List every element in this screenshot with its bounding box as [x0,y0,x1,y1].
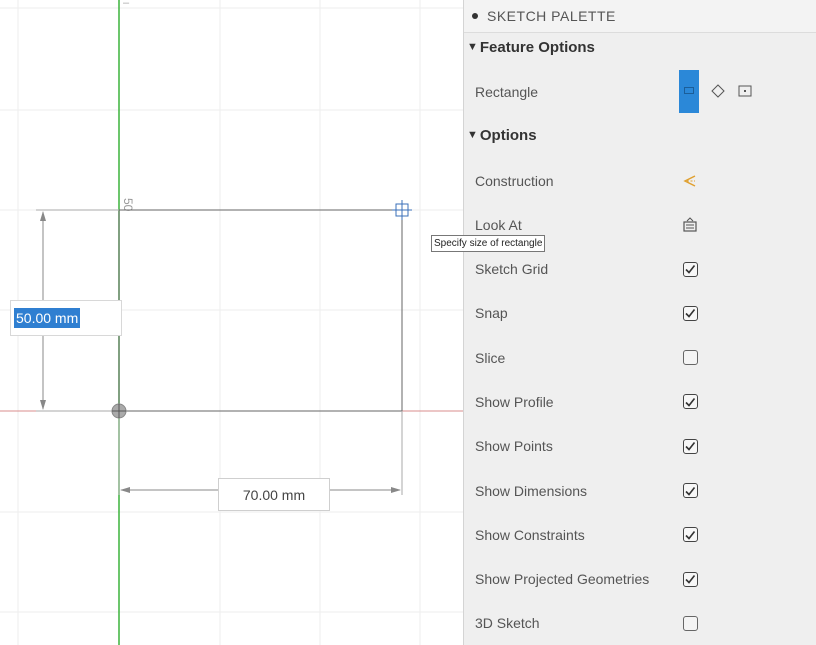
width-dimension-input[interactable]: 70.00 mm [218,478,330,511]
sketch-grid-checkbox[interactable] [682,261,698,277]
show-constraints-checkbox[interactable] [682,527,698,543]
option-row-snap: Snap [464,291,816,335]
option-checkbox-wrap [681,349,699,367]
option-checkbox-wrap [681,526,699,544]
slice-checkbox[interactable] [682,350,698,366]
option-row-show-constraints: Show Constraints [464,513,816,557]
expand-triangle-icon: ▼ [467,129,478,141]
option-checkbox-wrap [681,304,699,322]
rectangle-row: Rectangle [464,70,816,114]
checkmark-icon [685,265,696,274]
feature-options-heading: Feature Options [479,38,595,56]
option-label: Show Profile [475,393,554,410]
option-row-sketch-grid: Sketch Grid [464,247,816,291]
option-checkbox-wrap [681,482,699,500]
rectangle-label: Rectangle [475,84,539,100]
show-profile-checkbox[interactable] [682,394,698,410]
option-checkbox-wrap [681,437,699,455]
option-checkbox-wrap [681,614,699,632]
3-point-rectangle-icon[interactable] [710,83,726,99]
option-label: Slice [475,349,506,366]
axis-label-top: – [123,0,130,9]
option-label: Show Constraints [475,526,585,543]
feature-options-section[interactable]: ▼ Feature Options [464,32,595,62]
option-label: Sketch Grid [475,261,549,277]
option-label: Show Points [475,438,553,455]
option-row-show-points: Show Points [464,424,816,468]
option-checkbox-wrap [681,570,699,588]
3d-sketch-checkbox[interactable] [682,615,698,631]
snap-checkbox[interactable] [682,305,698,321]
checkmark-icon [685,397,696,407]
look-at-label: Look At [475,217,522,233]
center-rectangle-icon[interactable] [738,85,752,97]
checkmark-icon [685,486,696,496]
option-row-slice: Slice [464,336,816,380]
construction-row: Construction [464,159,816,203]
cursor-crosshair-icon [392,200,412,220]
option-row-show-profile: Show Profile [464,380,816,424]
sketch-palette: SKETCH PALETTE ▼ Feature Options Rectang… [463,0,816,645]
show-dimensions-checkbox[interactable] [682,483,698,498]
2-point-rectangle-icon [684,87,694,94]
construction-label: Construction [475,173,554,189]
option-label: 3D Sketch [475,615,540,632]
width-dimension-value: 70.00 mm [242,486,306,503]
checkmark-icon [685,442,696,451]
show-projected-geometries-checkbox[interactable] [682,571,698,587]
expand-triangle-icon: ▼ [467,41,478,53]
options-heading: Options [479,126,537,144]
origin-point[interactable] [111,403,127,419]
palette-header[interactable]: SKETCH PALETTE [464,0,816,33]
option-row-show-dimensions: Show Dimensions [464,469,816,513]
tooltip: Specify size of rectangle [431,235,546,252]
checkmark-icon [685,309,696,319]
construction-icon[interactable] [681,172,699,190]
2-point-rectangle-button[interactable] [679,70,699,113]
option-row-show-projected-geometries: Show Projected Geometries [464,557,816,601]
option-checkbox-wrap [681,260,699,278]
checkmark-icon [685,575,696,584]
height-dimension-value: 50.00 mm [14,308,81,328]
show-points-checkbox[interactable] [682,438,698,454]
palette-title: SKETCH PALETTE [487,8,616,24]
option-label: Show Dimensions [475,482,588,499]
checkmark-icon [685,530,696,540]
look-at-icon[interactable] [681,216,699,234]
options-section[interactable]: ▼ Options [464,120,537,150]
height-dimension-input[interactable]: 50.00 mm [10,300,122,336]
option-label: Show Projected Geometries [475,571,650,588]
option-row-3d-sketch: 3D Sketch [464,601,816,645]
option-label: Snap [475,305,508,322]
palette-collapse-icon[interactable] [472,13,478,19]
option-checkbox-wrap [681,393,699,411]
